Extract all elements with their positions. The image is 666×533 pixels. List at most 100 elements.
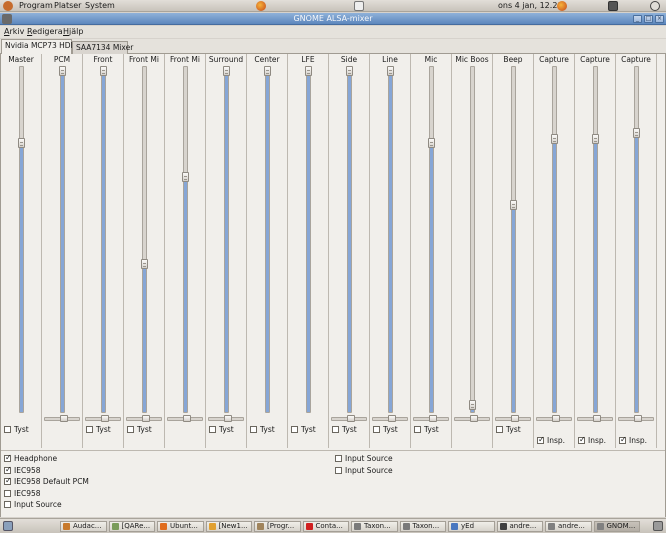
switch-checkbox[interactable]	[4, 453, 12, 463]
switch-checkbox[interactable]	[4, 489, 11, 497]
window-titlebar[interactable]: GNOME ALSA-mixer _ □ ×	[0, 13, 666, 25]
mute-toggle[interactable]: Tyst	[373, 425, 398, 435]
volume-slider-handle[interactable]	[633, 128, 640, 138]
minimize-button[interactable]: _	[633, 15, 642, 23]
menu-redigera[interactable]: Redigera	[27, 27, 63, 37]
mute-toggle[interactable]: Tyst	[127, 425, 152, 435]
close-button[interactable]: ×	[655, 15, 664, 23]
firefox-icon[interactable]	[256, 1, 266, 11]
ubuntu-logo-icon[interactable]	[3, 1, 13, 11]
switch-right-1[interactable]: Input Source	[335, 466, 393, 476]
mute-checkbox[interactable]	[373, 426, 380, 433]
balance-slider-handle[interactable]	[511, 415, 519, 422]
volume-slider-handle[interactable]	[428, 138, 435, 148]
mute-toggle[interactable]: Tyst	[250, 425, 275, 435]
balance-slider[interactable]	[331, 415, 367, 422]
volume-slider[interactable]	[182, 66, 189, 413]
notes-icon[interactable]	[354, 1, 364, 11]
mute-checkbox[interactable]	[127, 426, 134, 433]
capture-checkbox[interactable]	[619, 435, 627, 445]
volume-slider-handle[interactable]	[592, 134, 599, 144]
balance-slider-handle[interactable]	[634, 415, 642, 422]
volume-slider[interactable]	[469, 66, 476, 413]
mute-checkbox[interactable]	[414, 426, 421, 433]
balance-slider-handle[interactable]	[183, 415, 191, 422]
balance-slider[interactable]	[413, 415, 449, 422]
taskbar-button-6[interactable]: Taxon...	[351, 521, 398, 532]
capture-toggle[interactable]: Insp.	[578, 435, 606, 446]
mute-checkbox[interactable]	[250, 426, 257, 433]
mute-toggle[interactable]: Tyst	[332, 425, 357, 435]
switch-right-0[interactable]: Input Source	[335, 454, 393, 464]
clock[interactable]: ons 4 jan, 12.28	[498, 1, 563, 11]
mute-checkbox[interactable]	[209, 426, 216, 433]
volume-slider-handle[interactable]	[141, 259, 148, 269]
balance-slider-handle[interactable]	[347, 415, 355, 422]
balance-slider-handle[interactable]	[552, 415, 560, 422]
volume-slider[interactable]	[100, 66, 107, 413]
balance-slider-handle[interactable]	[388, 415, 396, 422]
volume-slider-handle[interactable]	[59, 66, 66, 76]
balance-slider-handle[interactable]	[470, 415, 478, 422]
switch-checkbox[interactable]	[335, 455, 342, 462]
balance-slider[interactable]	[372, 415, 408, 422]
taskbar-button-10[interactable]: andre...	[545, 521, 592, 532]
volume-slider-handle[interactable]	[551, 134, 558, 144]
network-icon[interactable]	[608, 1, 618, 11]
mute-checkbox[interactable]	[4, 426, 11, 433]
volume-slider-handle[interactable]	[100, 66, 107, 76]
balance-slider[interactable]	[167, 415, 203, 422]
switch-left-0[interactable]: Headphone	[4, 453, 57, 464]
taskbar-button-5[interactable]: Conta...	[302, 521, 349, 532]
volume-slider-handle[interactable]	[264, 66, 271, 76]
balance-slider-handle[interactable]	[101, 415, 109, 422]
mute-checkbox[interactable]	[496, 426, 503, 433]
volume-slider[interactable]	[18, 66, 25, 413]
volume-slider-handle[interactable]	[182, 172, 189, 182]
tab-nvidia[interactable]: Nvidia MCP73 HDMI	[1, 39, 79, 54]
taskbar-button-8[interactable]: yEd	[448, 521, 495, 532]
mute-checkbox[interactable]	[291, 426, 298, 433]
taskbar-button-3[interactable]: [New1...	[205, 521, 252, 532]
tab-saa7134[interactable]: SAA7134 Mixer	[72, 41, 133, 54]
volume-slider-handle[interactable]	[18, 138, 25, 148]
power-icon[interactable]	[650, 1, 660, 11]
mute-checkbox[interactable]	[332, 426, 339, 433]
capture-toggle[interactable]: Insp.	[537, 435, 565, 446]
taskbar-button-9[interactable]: andre...	[496, 521, 543, 532]
taskbar-button-1[interactable]: [QARe...	[108, 521, 155, 532]
capture-toggle[interactable]: Insp.	[619, 435, 647, 446]
balance-slider-handle[interactable]	[60, 415, 68, 422]
maximize-button[interactable]: □	[644, 15, 653, 23]
balance-slider[interactable]	[454, 415, 490, 422]
switch-left-4[interactable]: Input Source	[4, 500, 62, 510]
mute-toggle[interactable]: Tyst	[86, 425, 111, 435]
volume-slider[interactable]	[510, 66, 517, 413]
balance-slider[interactable]	[495, 415, 531, 422]
menu-platser[interactable]: Platser	[54, 1, 81, 11]
taskbar-button-0[interactable]: Audac...	[60, 521, 107, 532]
capture-checkbox[interactable]	[578, 435, 586, 445]
taskbar-button-7[interactable]: Taxon...	[399, 521, 446, 532]
volume-slider[interactable]	[305, 66, 312, 413]
volume-slider[interactable]	[59, 66, 66, 413]
volume-slider[interactable]	[551, 66, 558, 413]
switch-left-3[interactable]: IEC958	[4, 489, 41, 499]
volume-slider-handle[interactable]	[469, 400, 476, 410]
volume-slider[interactable]	[428, 66, 435, 413]
volume-slider-handle[interactable]	[346, 66, 353, 76]
show-desktop-icon[interactable]	[3, 521, 13, 531]
volume-slider[interactable]	[346, 66, 353, 413]
switch-checkbox[interactable]	[4, 501, 11, 508]
trash-icon[interactable]	[653, 521, 663, 531]
volume-slider[interactable]	[141, 66, 148, 413]
volume-slider-handle[interactable]	[223, 66, 230, 76]
mute-toggle[interactable]: Tyst	[291, 425, 316, 435]
menu-system[interactable]: System	[85, 1, 115, 11]
balance-slider[interactable]	[536, 415, 572, 422]
balance-slider[interactable]	[577, 415, 613, 422]
switch-left-2[interactable]: IEC958 Default PCM	[4, 476, 89, 487]
switch-checkbox[interactable]	[4, 476, 12, 486]
taskbar-button-4[interactable]: [Progr...	[254, 521, 301, 532]
balance-slider[interactable]	[44, 415, 80, 422]
